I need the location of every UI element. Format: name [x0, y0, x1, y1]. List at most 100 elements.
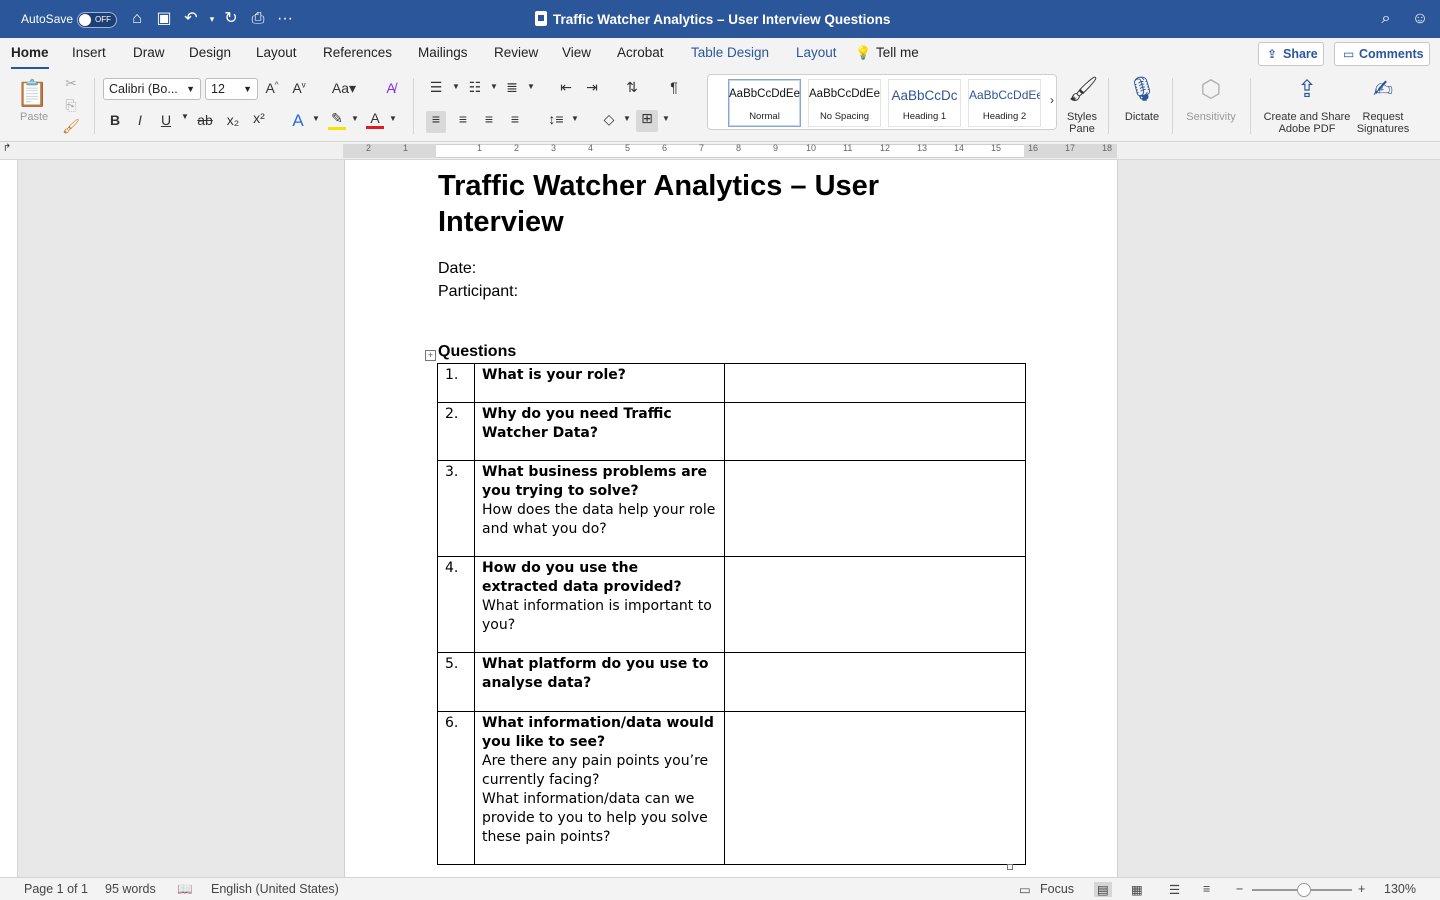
increase-indent-icon[interactable]: ⇥: [583, 79, 601, 96]
chevron-down-icon[interactable]: ▼: [566, 114, 584, 123]
tab-references[interactable]: References: [323, 45, 392, 60]
sort-icon[interactable]: ⇅: [623, 79, 641, 96]
question-cell[interactable]: What information/data would you like to …: [474, 711, 725, 865]
redo-icon[interactable]: ↻: [221, 9, 241, 29]
tab-table-layout[interactable]: Layout: [796, 45, 837, 60]
table-resize-handle[interactable]: [1007, 864, 1013, 870]
style-heading-2[interactable]: AaBbCcDdEe Heading 2: [968, 79, 1041, 127]
focus-label[interactable]: Focus: [1040, 882, 1074, 896]
sensitivity-icon[interactable]: ⬡: [1196, 75, 1226, 104]
align-right-icon[interactable]: ≡: [480, 111, 498, 127]
answer-cell[interactable]: [724, 402, 1026, 461]
question-number[interactable]: 3.: [437, 460, 475, 557]
undo-icon[interactable]: ↶: [181, 9, 201, 29]
chevron-down-icon[interactable]: ▼: [346, 114, 364, 123]
print-layout-icon[interactable]: ▤: [1094, 882, 1112, 897]
highlight-icon[interactable]: ✎: [328, 110, 346, 130]
change-case-icon[interactable]: Aa▾: [331, 80, 357, 97]
tab-draw[interactable]: Draw: [133, 45, 165, 60]
outline-view-icon[interactable]: ☰: [1169, 882, 1180, 897]
question-number[interactable]: 5.: [437, 652, 475, 712]
chevron-down-icon[interactable]: ▼: [447, 82, 465, 91]
zoom-out-icon[interactable]: −: [1236, 882, 1243, 896]
zoom-level[interactable]: 130%: [1384, 882, 1416, 896]
text-effects-icon[interactable]: A: [289, 111, 307, 131]
answer-cell[interactable]: [724, 711, 1026, 865]
bold-icon[interactable]: B: [106, 112, 124, 128]
underline-icon[interactable]: U: [157, 112, 175, 128]
chevron-down-icon[interactable]: ▼: [522, 82, 540, 91]
tab-layout[interactable]: Layout: [256, 45, 297, 60]
search-icon[interactable]: ⌕: [1376, 9, 1396, 29]
tab-home[interactable]: Home: [11, 45, 49, 69]
shading-icon[interactable]: ◇: [600, 111, 618, 128]
tab-view[interactable]: View: [562, 45, 591, 60]
undo-dropdown-icon[interactable]: ▾: [202, 9, 222, 29]
signature-icon[interactable]: ✍: [1368, 75, 1398, 104]
question-number[interactable]: 6.: [437, 711, 475, 865]
pilcrow-icon[interactable]: ¶: [665, 79, 683, 95]
tab-table-design[interactable]: Table Design: [691, 45, 769, 60]
styles-pane-icon[interactable]: 🖌: [1068, 75, 1098, 104]
borders-icon[interactable]: ⊞: [636, 110, 658, 132]
chevron-right-icon[interactable]: ›: [1047, 93, 1057, 107]
question-number[interactable]: 1.: [437, 363, 475, 403]
web-layout-icon[interactable]: ▦: [1131, 882, 1143, 897]
question-number[interactable]: 4.: [437, 556, 475, 653]
question-number[interactable]: 2.: [437, 402, 475, 461]
align-left-icon[interactable]: ≡: [426, 111, 446, 133]
microphone-icon[interactable]: 🎙: [1127, 75, 1157, 104]
question-cell[interactable]: How do you use the extracted data provid…: [474, 556, 725, 653]
numbering-icon[interactable]: ☷: [466, 79, 484, 96]
tab-insert[interactable]: Insert: [72, 45, 106, 60]
comments-button[interactable]: ▭ Comments: [1334, 42, 1430, 66]
subscript-icon[interactable]: x₂: [224, 112, 242, 128]
table-move-handle-icon[interactable]: +: [425, 350, 436, 361]
shrink-font-icon[interactable]: Av: [290, 80, 308, 96]
chevron-down-icon[interactable]: ▼: [657, 114, 675, 123]
grow-font-icon[interactable]: A^: [263, 80, 281, 96]
questions-table[interactable]: 1. What is your role? 2. Why do you need…: [437, 363, 1026, 865]
document-page[interactable]: Traffic Watcher Analytics – User Intervi…: [344, 160, 1118, 877]
copy-icon[interactable]: ⎘: [62, 97, 80, 114]
tab-tell-me[interactable]: Tell me: [876, 45, 919, 60]
tab-review[interactable]: Review: [494, 45, 538, 60]
line-spacing-icon[interactable]: ↕≡: [547, 111, 565, 127]
strikethrough-icon[interactable]: ab: [196, 112, 214, 128]
answer-cell[interactable]: [724, 460, 1026, 557]
smiley-icon[interactable]: ☺: [1410, 9, 1430, 29]
document-canvas[interactable]: Traffic Watcher Analytics – User Intervi…: [18, 160, 1440, 877]
question-cell[interactable]: What business problems are you trying to…: [474, 460, 725, 557]
vertical-ruler[interactable]: [0, 160, 18, 877]
question-cell[interactable]: Why do you need Traffic Watcher Data?: [474, 402, 725, 461]
cut-icon[interactable]: ✂: [62, 75, 80, 92]
autosave-toggle[interactable]: OFF: [77, 12, 117, 28]
zoom-slider[interactable]: [1252, 883, 1352, 897]
participant-label[interactable]: Participant:: [438, 283, 518, 301]
print-icon[interactable]: ⎙: [248, 9, 268, 29]
zoom-in-icon[interactable]: +: [1358, 882, 1365, 896]
horizontal-ruler[interactable]: ↱ 2 1 1 2 3 4 5 6 7 8 9 10 11 12 13 14 1…: [0, 142, 1440, 160]
font-size-select[interactable]: 12 ▼: [205, 78, 258, 100]
font-color-icon[interactable]: A: [366, 110, 384, 129]
answer-cell[interactable]: [724, 363, 1026, 403]
chevron-down-icon[interactable]: ▼: [176, 112, 194, 121]
proofing-icon[interactable]: 📖: [177, 882, 193, 897]
home-icon[interactable]: ⌂: [127, 9, 147, 29]
document-heading[interactable]: Traffic Watcher Analytics – User Intervi…: [438, 168, 998, 240]
word-count[interactable]: 95 words: [105, 882, 156, 896]
decrease-indent-icon[interactable]: ⇤: [557, 79, 575, 96]
style-heading-1[interactable]: AaBbCcDc Heading 1: [888, 79, 961, 127]
align-center-icon[interactable]: ≡: [454, 111, 472, 127]
document-title[interactable]: Traffic Watcher Analytics – User Intervi…: [553, 12, 890, 27]
font-name-select[interactable]: Calibri (Bo... ▼: [103, 78, 201, 100]
clipboard-icon[interactable]: 📋: [16, 78, 48, 109]
question-cell[interactable]: What platform do you use to analyse data…: [474, 652, 725, 712]
answer-cell[interactable]: [724, 556, 1026, 653]
share-button[interactable]: ⇪ Share: [1258, 42, 1324, 66]
chevron-down-icon[interactable]: ▼: [618, 114, 636, 123]
more-icon[interactable]: ···: [275, 9, 295, 29]
draft-view-icon[interactable]: ≡: [1203, 882, 1210, 896]
answer-cell[interactable]: [724, 652, 1026, 712]
tab-design[interactable]: Design: [189, 45, 231, 60]
